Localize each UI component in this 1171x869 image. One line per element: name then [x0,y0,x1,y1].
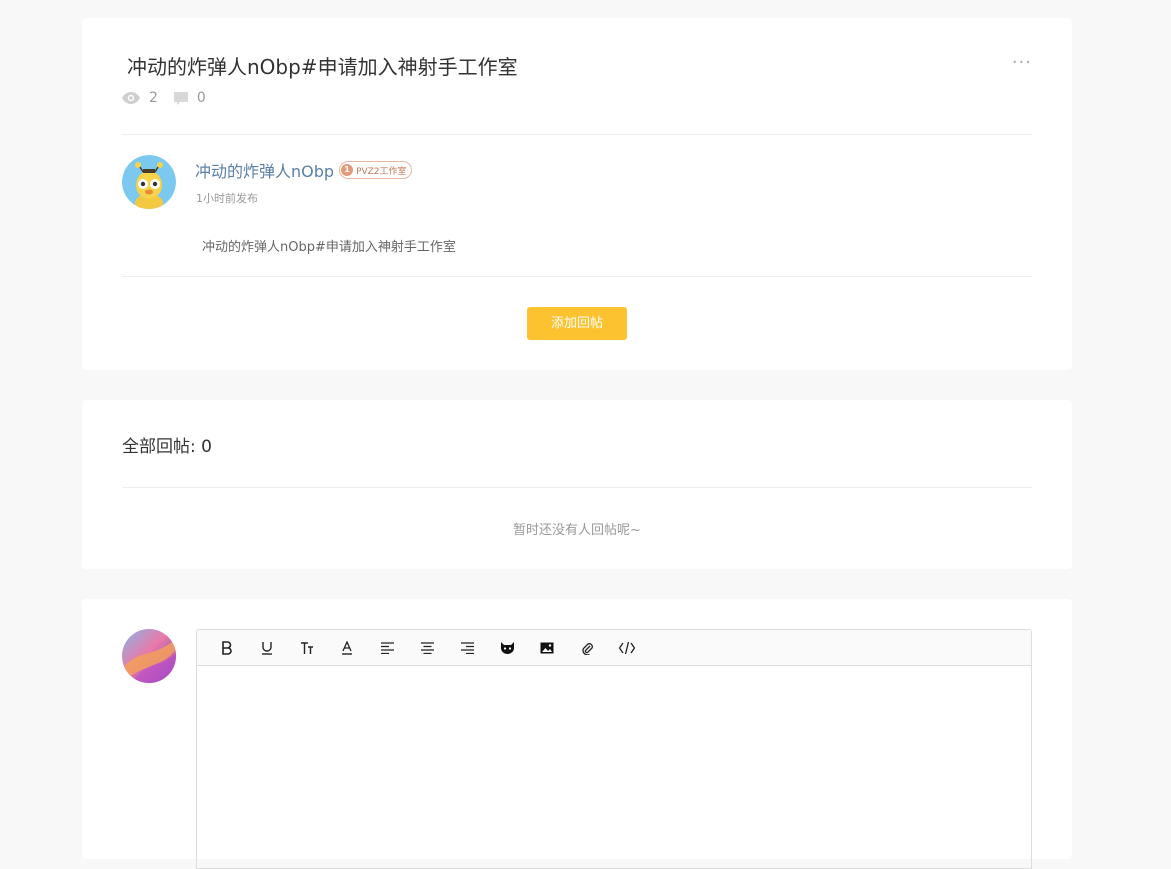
font-color-icon[interactable] [327,630,367,665]
author-avatar[interactable] [122,155,176,209]
underline-icon[interactable] [247,630,287,665]
code-icon[interactable] [607,630,647,665]
emoji-cat-icon[interactable] [487,630,527,665]
align-left-icon[interactable] [367,630,407,665]
add-reply-button[interactable]: 添加回帖 [527,307,627,340]
post-card: 冲动的炸弹人nObp#申请加入神射手工作室 ··· 2 0 冲动的炸弹人nObp… [82,18,1072,370]
views-count: 2 [149,90,158,106]
reply-text-area[interactable] [197,666,1031,866]
divider [122,134,1032,135]
reply-editor [196,629,1032,869]
post-stats: 2 0 [122,90,206,106]
divider [122,487,1032,488]
editor-toolbar [197,630,1031,666]
badge-label: PVZ2工作室 [356,166,407,177]
divider [122,276,1032,277]
post-content: 冲动的炸弹人nObp#申请加入神射手工作室 [202,240,456,255]
views-stat: 2 [122,90,158,106]
author-name-link[interactable]: 冲动的炸弹人nObp [195,158,334,182]
comments-count: 0 [196,90,206,106]
author-badge: 1 PVZ2工作室 [339,161,412,179]
eye-icon [122,92,140,104]
image-icon[interactable] [527,630,567,665]
replies-card: 全部回帖: 0 暂时还没有人回帖呢~ [82,400,1072,569]
align-right-icon[interactable] [447,630,487,665]
post-title: 冲动的炸弹人nObp#申请加入神射手工作室 [127,55,518,79]
author-info: 冲动的炸弹人nObp 1 PVZ2工作室 [195,158,412,182]
bold-icon[interactable] [207,630,247,665]
empty-replies-text: 暂时还没有人回帖呢~ [513,523,641,538]
reply-editor-card [82,599,1072,869]
post-time: 1小时前发布 [196,192,258,205]
comment-icon [173,91,188,105]
comments-stat: 0 [173,90,206,106]
align-center-icon[interactable] [407,630,447,665]
current-user-avatar[interactable] [122,629,176,683]
more-options-button[interactable]: ··· [1012,52,1032,73]
font-size-icon[interactable] [287,630,327,665]
attachment-icon[interactable] [567,630,607,665]
badge-level: 1 [341,164,354,176]
replies-header: 全部回帖: 0 [122,437,212,457]
